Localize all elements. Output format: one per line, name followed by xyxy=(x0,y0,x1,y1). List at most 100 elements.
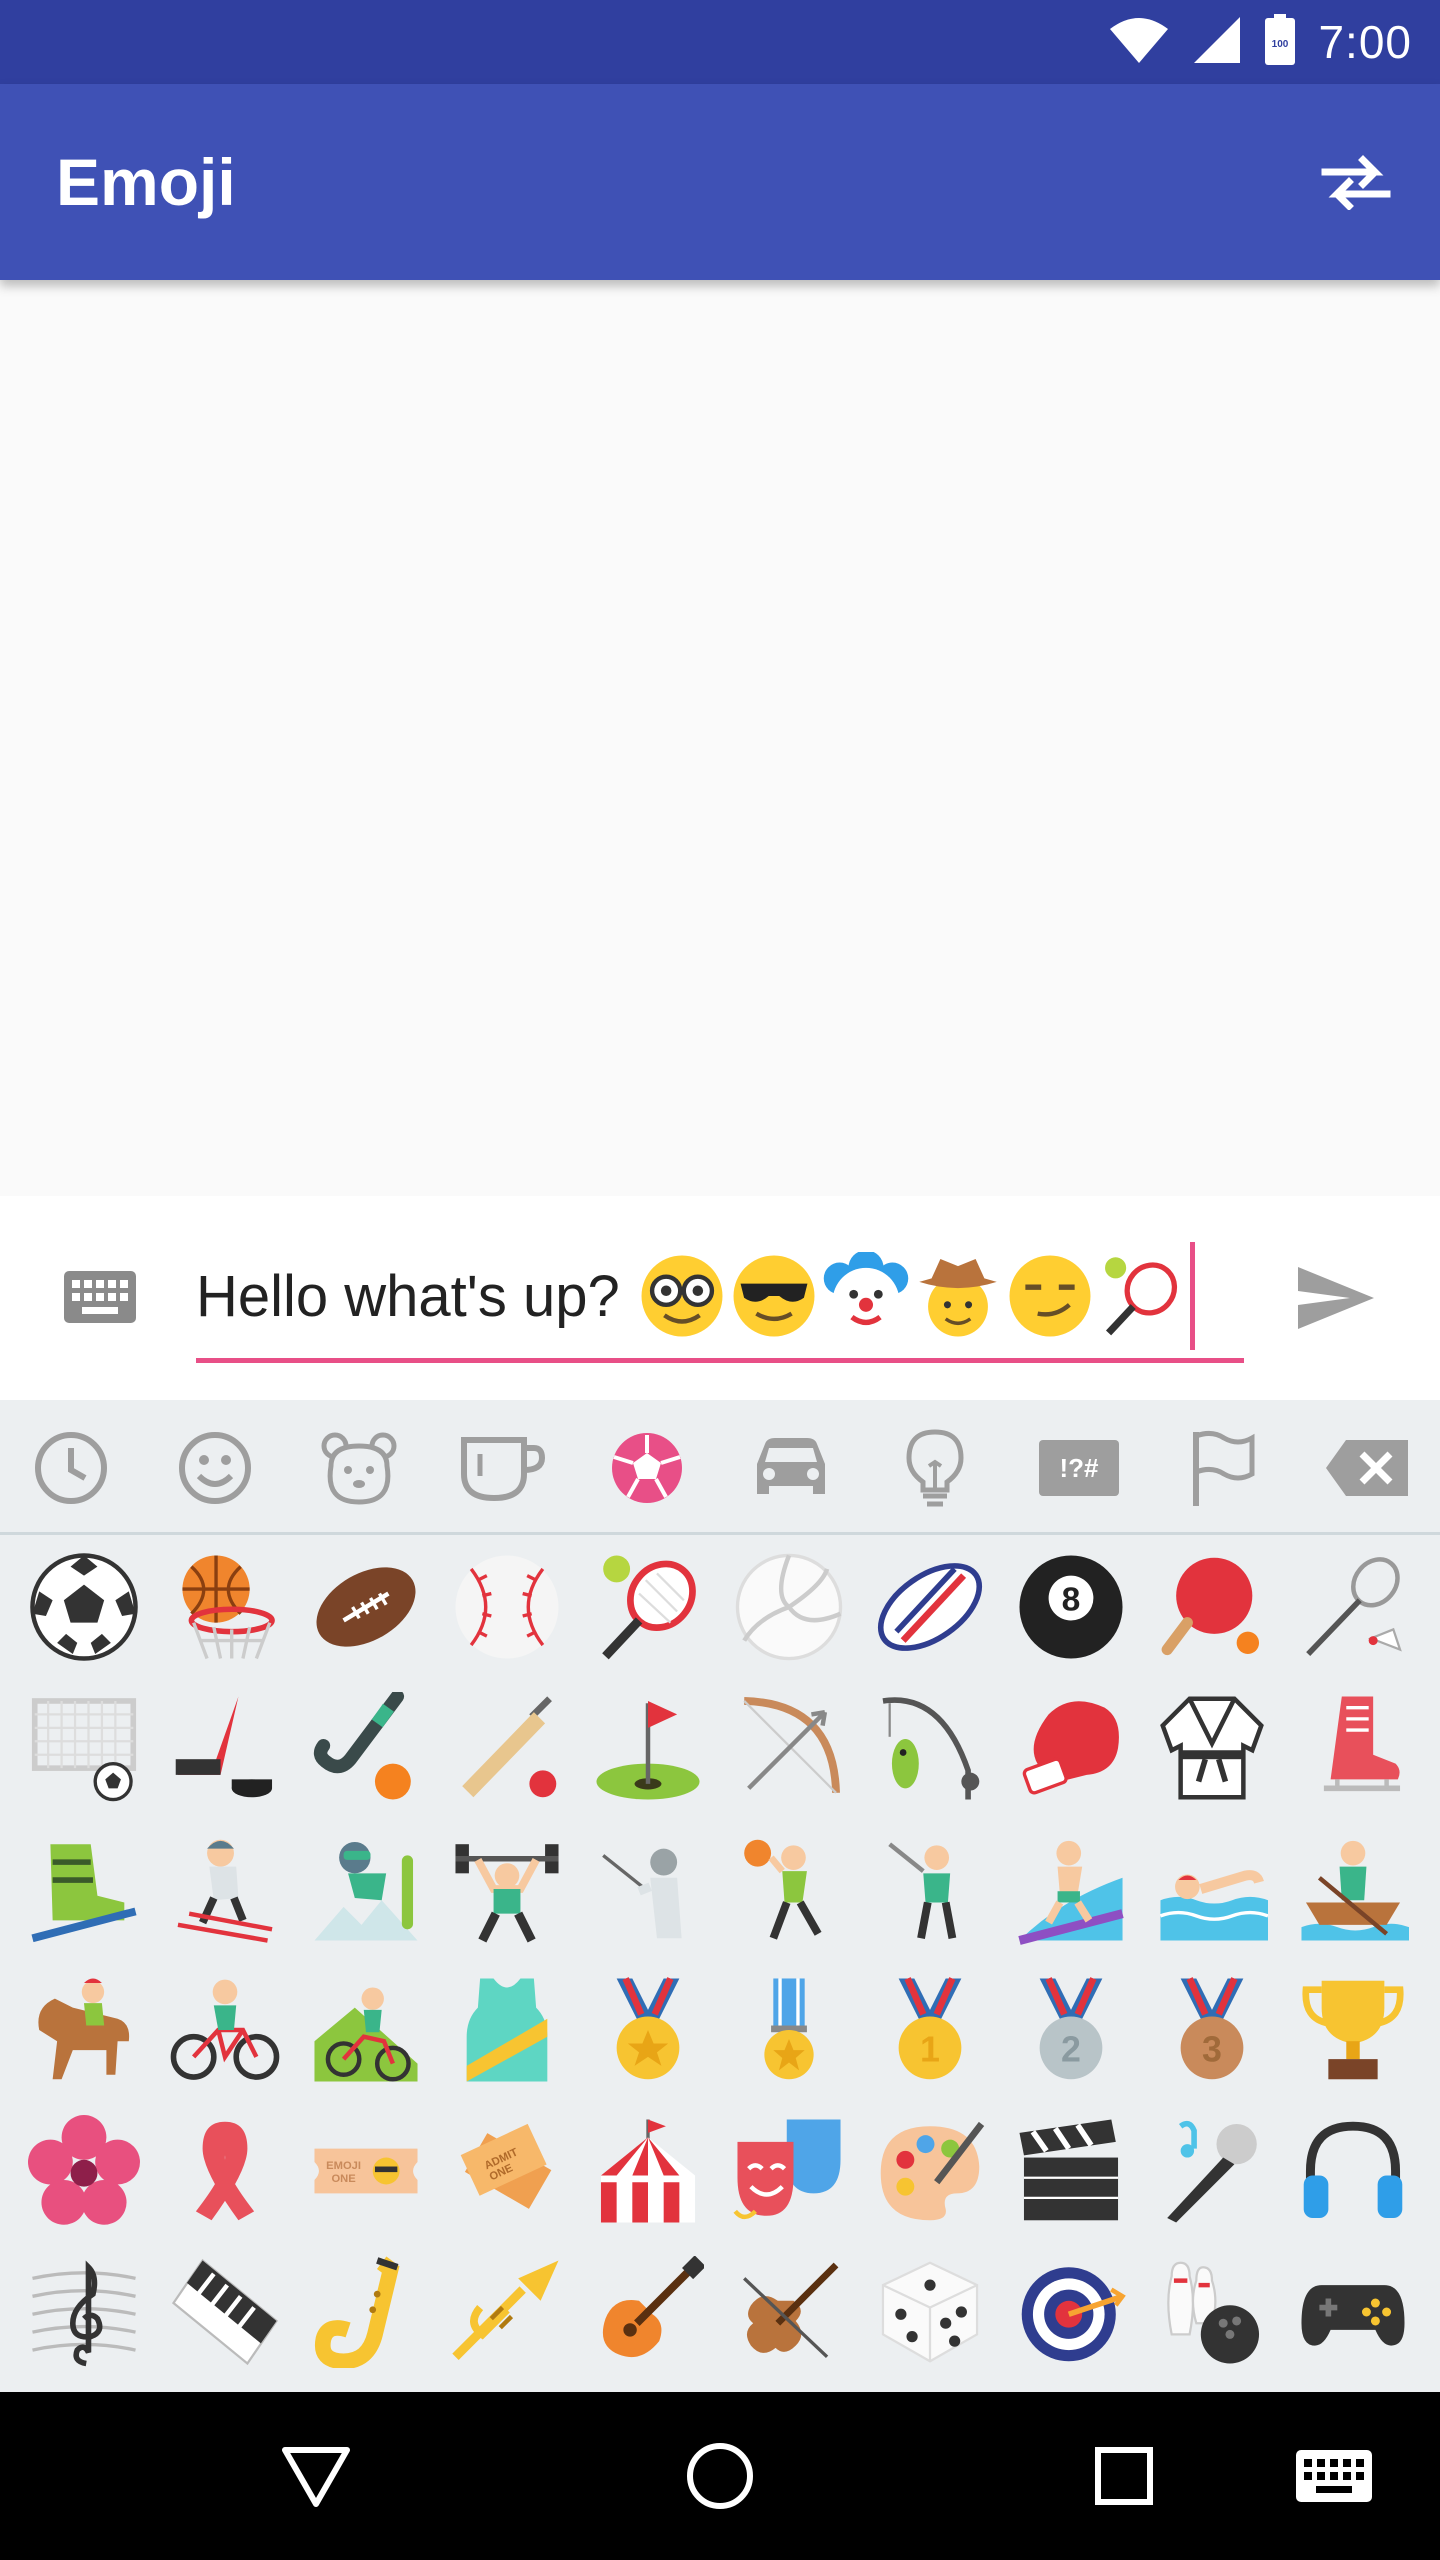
sunglasses-face-emoji xyxy=(733,1255,815,1337)
emoji-boxing-glove[interactable] xyxy=(1000,1677,1141,1818)
send-button[interactable] xyxy=(1282,1248,1390,1348)
symbols-label: !?# xyxy=(1060,1453,1100,1483)
emoji-guitar[interactable] xyxy=(577,2241,718,2382)
recents-button[interactable] xyxy=(1074,2426,1174,2526)
emoji-bowling[interactable] xyxy=(1141,2241,1282,2382)
emoji-headphones[interactable] xyxy=(1282,2100,1423,2241)
tennis-racket-emoji xyxy=(1104,1257,1177,1336)
skier-emoji xyxy=(177,1839,272,1943)
emoji-rugby-football[interactable] xyxy=(859,1536,1000,1677)
emoji-bronze-medal[interactable]: 3 xyxy=(1141,1959,1282,2100)
emoji-trophy[interactable] xyxy=(1282,1959,1423,2100)
emoji-badminton[interactable] xyxy=(1282,1536,1423,1677)
emoji-mountain-bicyclist[interactable] xyxy=(295,1959,436,2100)
emoji-golfer[interactable] xyxy=(859,1818,1000,1959)
surfer-emoji xyxy=(1017,1840,1124,1945)
rowboat-emoji xyxy=(1300,1840,1409,1941)
emoji-volleyball[interactable] xyxy=(718,1536,859,1677)
emoji-musical-keyboard[interactable] xyxy=(154,2241,295,2382)
emoji-surfer[interactable] xyxy=(1000,1818,1141,1959)
emoji-musical-score[interactable] xyxy=(13,2241,154,2382)
keyboard-switch-button[interactable] xyxy=(1284,2426,1384,2526)
emoji-silver-medal[interactable]: 2 xyxy=(1000,1959,1141,2100)
emoji-game-die[interactable] xyxy=(859,2241,1000,2382)
emoji-military-medal[interactable] xyxy=(718,1959,859,2100)
baseball-emoji xyxy=(454,1554,559,1659)
emoji-rosette-flower[interactable] xyxy=(13,2100,154,2241)
emoji-rowboat[interactable] xyxy=(1282,1818,1423,1959)
emoji-american-football[interactable] xyxy=(295,1536,436,1677)
emoji-sports-medal[interactable] xyxy=(577,1959,718,2100)
tab-food[interactable] xyxy=(448,1418,558,1518)
tab-travel[interactable] xyxy=(736,1418,846,1518)
tab-smileys[interactable] xyxy=(160,1418,270,1518)
emoji-skier[interactable] xyxy=(154,1818,295,1959)
trophy-emoji xyxy=(1301,1980,1404,2079)
tab-animals[interactable] xyxy=(304,1418,414,1518)
emoji-snowboarder[interactable] xyxy=(295,1818,436,1959)
emoji-running-shirt[interactable] xyxy=(436,1959,577,2100)
emoji-pool-8-ball[interactable]: 8 xyxy=(1000,1536,1141,1677)
tab-flags[interactable] xyxy=(1168,1418,1278,1518)
emoji-ping-pong[interactable] xyxy=(1141,1536,1282,1677)
emoji-ski-boot[interactable] xyxy=(13,1818,154,1959)
emoji-basketball-hoop[interactable] xyxy=(154,1536,295,1677)
emoji-ice-hockey[interactable] xyxy=(154,1677,295,1818)
emoji-bow-and-arrow[interactable] xyxy=(718,1677,859,1818)
swap-button[interactable] xyxy=(1308,134,1404,230)
emoji-circus-tent[interactable] xyxy=(577,2100,718,2241)
message-input[interactable]: Hello what's up? xyxy=(196,1234,1244,1363)
emoji-trumpet[interactable] xyxy=(436,2241,577,2382)
emoji-bicyclist[interactable] xyxy=(154,1959,295,2100)
keyboard-icon xyxy=(64,1271,136,1323)
emoji-baseball[interactable] xyxy=(436,1536,577,1677)
emoji-swimmer[interactable] xyxy=(1141,1818,1282,1959)
emoji-tennis[interactable] xyxy=(577,1536,718,1677)
tab-recent[interactable] xyxy=(16,1418,126,1518)
emoji-field-hockey[interactable] xyxy=(295,1677,436,1818)
admission-ticket-emoji: EMOJI ONE xyxy=(313,2148,418,2193)
emoji-direct-hit[interactable] xyxy=(1000,2241,1141,2382)
mountain-bicyclist-emoji xyxy=(313,1986,418,2082)
emoji-soccer-ball[interactable] xyxy=(13,1536,154,1677)
home-button[interactable] xyxy=(670,2426,770,2526)
emoji-reminder-ribbon[interactable] xyxy=(154,2100,295,2241)
tab-symbols[interactable]: !?# xyxy=(1024,1418,1134,1518)
tab-objects[interactable] xyxy=(880,1418,990,1518)
keyboard-toggle-button[interactable] xyxy=(52,1258,148,1336)
emoji-artist-palette[interactable] xyxy=(859,2100,1000,2241)
battery-level: 100 xyxy=(1272,39,1289,50)
send-icon xyxy=(1298,1267,1374,1329)
emoji-category-bar: !?# xyxy=(0,1400,1440,1535)
tab-activities[interactable] xyxy=(592,1418,702,1518)
emoji-ticket[interactable]: ADMIT ONE xyxy=(436,2100,577,2241)
emoji-microphone[interactable] xyxy=(1141,2100,1282,2241)
emoji-basketball-player[interactable] xyxy=(718,1818,859,1959)
emoji-performing-arts[interactable] xyxy=(718,2100,859,2241)
emoji-video-game[interactable] xyxy=(1282,2241,1423,2382)
emoji-horse-racing[interactable] xyxy=(13,1959,154,2100)
emoji-martial-arts-uniform[interactable] xyxy=(1141,1677,1282,1818)
smirking-face-emoji xyxy=(1009,1255,1091,1337)
lightbulb-icon xyxy=(906,1429,964,1507)
headphones-emoji xyxy=(1303,2121,1402,2218)
svg-text:8: 8 xyxy=(1061,1581,1080,1618)
backspace-button[interactable] xyxy=(1312,1418,1422,1518)
emoji-ice-skate[interactable] xyxy=(1282,1677,1423,1818)
emoji-fencer[interactable] xyxy=(577,1818,718,1959)
emoji-admission-ticket[interactable]: EMOJI ONE xyxy=(295,2100,436,2241)
emoji-golf-flag[interactable] xyxy=(577,1677,718,1818)
martial-arts-uniform-emoji xyxy=(1159,1695,1264,1800)
saxophone-emoji xyxy=(314,2255,399,2368)
emoji-gold-medal[interactable]: 1 xyxy=(859,1959,1000,2100)
emoji-weight-lifter[interactable] xyxy=(436,1818,577,1959)
emoji-saxophone[interactable] xyxy=(295,2241,436,2382)
emoji-goal-net[interactable] xyxy=(13,1677,154,1818)
emoji-clapper-board[interactable] xyxy=(1000,2100,1141,2241)
cricket-emoji xyxy=(461,1695,556,1797)
cell-signal-icon xyxy=(1192,15,1242,69)
emoji-fishing-pole[interactable] xyxy=(859,1677,1000,1818)
back-button[interactable] xyxy=(266,2426,366,2526)
emoji-cricket[interactable] xyxy=(436,1677,577,1818)
emoji-violin[interactable] xyxy=(718,2241,859,2382)
